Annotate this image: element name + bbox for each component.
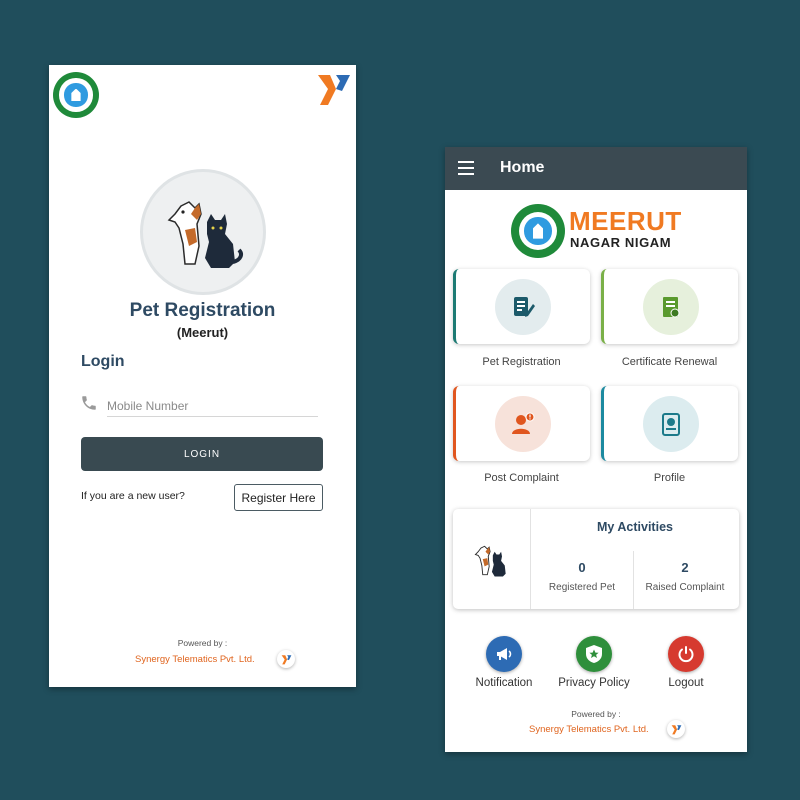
tile-certificate-renewal[interactable] [601,269,738,344]
phone-icon [82,396,96,410]
nagar-nigam-seal-logo [511,204,565,258]
nagar-nigam-seal-logo [53,72,99,118]
form-pen-icon [495,278,551,335]
complaint-user-icon [495,395,551,452]
city-name-logo-text: MEERUT [569,206,682,236]
tile-label-pet-registration: Pet Registration [482,356,561,368]
certificate-icon [643,278,699,335]
new-user-prompt: If you are a new user? [81,490,185,502]
company-name: Synergy Telematics Pvt. Ltd. [529,724,649,735]
synergy-brand-logo [318,75,350,105]
tile-post-complaint[interactable] [453,386,590,461]
hamburger-menu-icon[interactable] [458,161,474,175]
logout-button[interactable] [668,636,704,672]
city-body-logo-text: NAGAR NIGAM [570,235,672,250]
tile-label-profile: Profile [653,472,686,484]
mobile-number-input[interactable] [107,395,318,417]
logout-label: Logout [668,677,704,689]
register-here-button[interactable]: Register Here [234,484,323,511]
app-title: Pet Registration [129,300,276,321]
megaphone-icon [497,648,512,660]
powered-by-label: Powered by : [177,638,228,648]
registered-pet-label: Registered Pet [548,582,616,593]
power-icon [678,646,694,663]
my-activities-card: My Activities 0 Registered Pet 2 Raised … [453,509,739,609]
login-heading: Login [81,353,125,370]
raised-complaint-label: Raised Complaint [645,582,725,593]
tile-profile[interactable] [601,386,738,461]
dog-cat-illustration-icon [167,201,243,268]
tile-pet-registration[interactable] [453,269,590,344]
shield-star-icon [586,645,602,663]
login-button[interactable]: LOGIN [81,437,323,471]
privacy-policy-button[interactable] [576,636,612,672]
profile-card-icon [643,395,699,452]
privacy-policy-label: Privacy Policy [558,677,630,689]
synergy-mini-logo [277,650,295,668]
app-subtitle: (Meerut) [176,325,229,340]
pet-avatar-logo [140,169,266,295]
company-name: Synergy Telematics Pvt. Ltd. [135,654,255,665]
app-bar: Home [445,147,747,190]
dog-cat-illustration-icon [474,545,506,577]
powered-by-label: Powered by : [571,709,621,719]
synergy-mini-logo [667,720,685,738]
raised-complaint-count[interactable]: 2 [634,560,736,575]
notification-label: Notification [475,677,533,689]
my-activities-title: My Activities [597,520,673,534]
registered-pet-count[interactable]: 0 [531,560,633,575]
synergy-brand-icon [281,654,291,664]
page-title: Home [500,159,545,176]
login-screen: Pet Registration (Meerut) Login LOGIN If… [49,65,356,687]
home-screen: Home MEERUT NAGAR NIGAM Pet Registration [445,147,747,752]
notification-button[interactable] [486,636,522,672]
tile-label-certificate-renewal: Certificate Renewal [621,356,718,368]
tile-label-post-complaint: Post Complaint [484,472,559,484]
synergy-brand-icon [671,724,681,734]
